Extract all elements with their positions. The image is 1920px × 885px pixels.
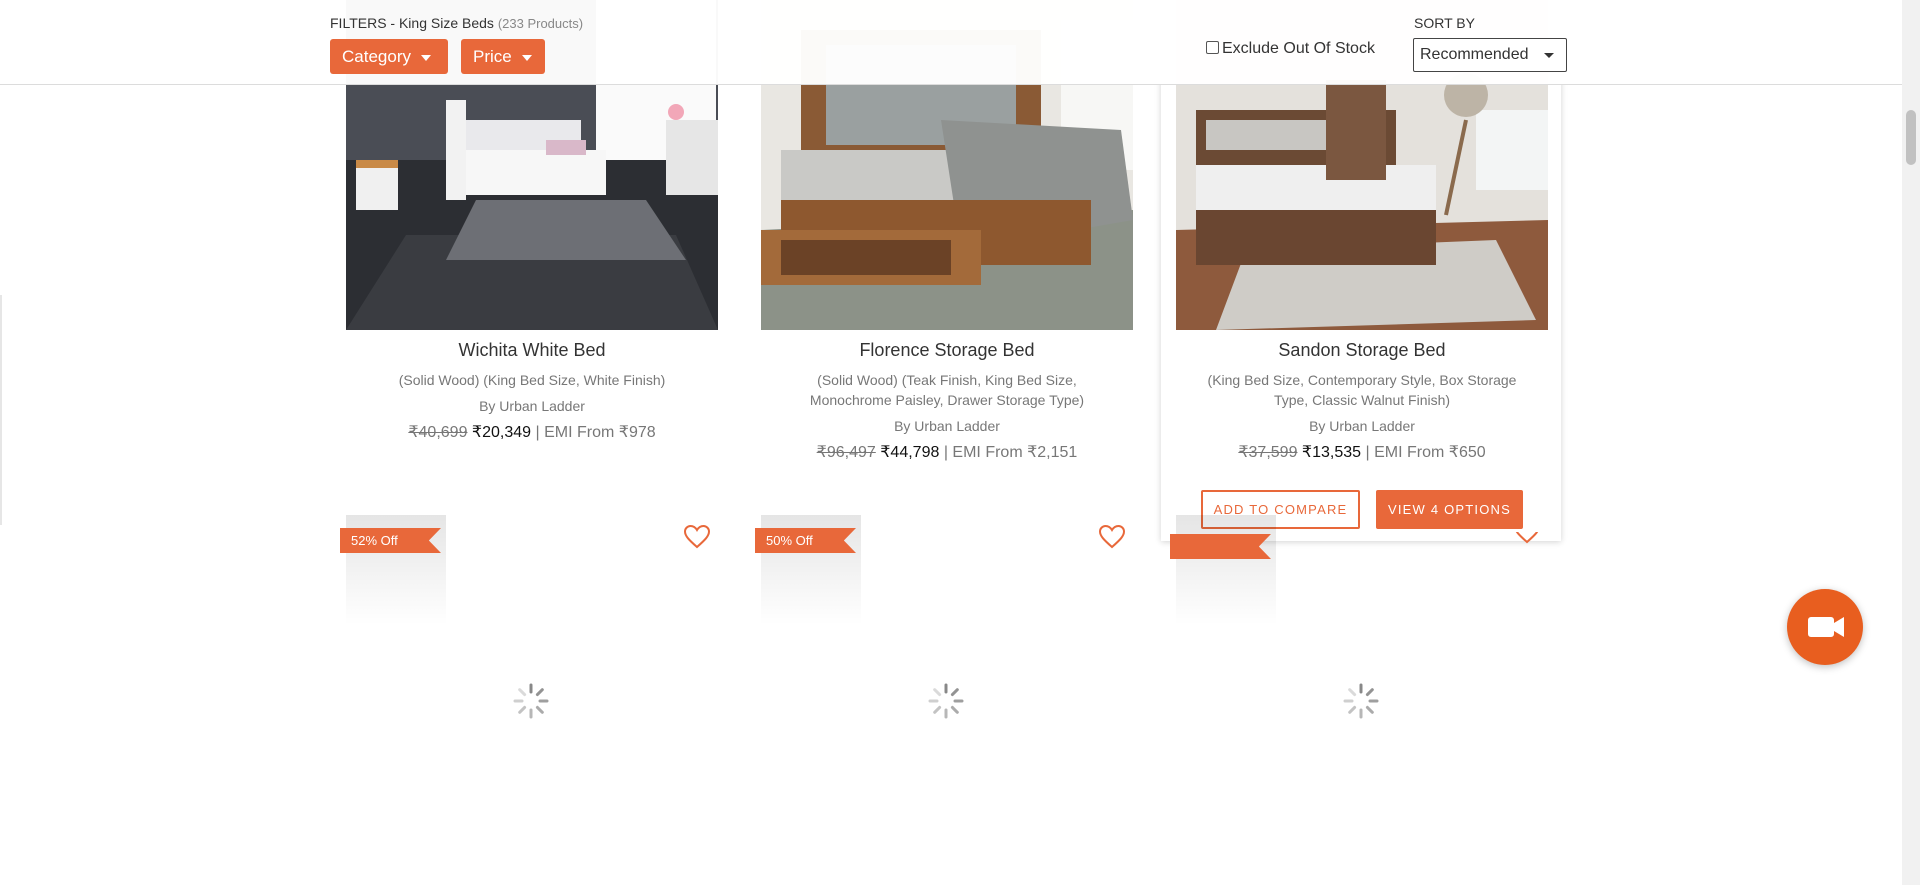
emi-text: | EMI From ₹2,151: [943, 444, 1078, 461]
caret-down-icon: [1544, 53, 1554, 58]
heart-icon[interactable]: [1098, 524, 1126, 554]
product-price: ₹40,699 ₹20,349 | EMI From ₹978: [346, 422, 718, 442]
sale-price: ₹20,349: [471, 424, 532, 441]
product-price: ₹96,497 ₹44,798 | EMI From ₹2,151: [761, 442, 1133, 462]
video-camera-icon: [1808, 617, 1844, 637]
product-description: (King Bed Size, Contemporary Style, Box …: [1207, 372, 1517, 408]
filter-label: FILTERS - King Size Beds: [330, 15, 494, 31]
heart-icon[interactable]: [1513, 519, 1541, 549]
video-call-button[interactable]: [1787, 589, 1863, 665]
sale-price: ₹13,535: [1301, 444, 1362, 461]
price-filter-button[interactable]: Price: [461, 39, 545, 74]
product-brand: By Urban Ladder: [894, 418, 1000, 434]
product-name[interactable]: Florence Storage Bed: [761, 340, 1133, 361]
product-card-loading[interactable]: [1170, 515, 1548, 625]
scrollbar[interactable]: [1902, 0, 1920, 885]
discount-badge: [1170, 534, 1271, 559]
product-brand: By Urban Ladder: [1309, 418, 1415, 434]
caret-down-icon: [521, 54, 532, 61]
product-price: ₹37,599 ₹13,535 | EMI From ₹650: [1176, 442, 1548, 462]
category-filter-button[interactable]: Category: [330, 39, 448, 74]
loading-spinner-icon: [512, 682, 550, 725]
discount-badge: 52% Off: [340, 528, 441, 553]
product-name[interactable]: Wichita White Bed: [346, 340, 718, 361]
product-card-loading[interactable]: 50% Off: [755, 515, 1133, 625]
product-description: (Solid Wood) (Teak Finish, King Bed Size…: [809, 372, 1085, 408]
scrollbar-thumb[interactable]: [1906, 110, 1916, 165]
checkbox-icon[interactable]: [1206, 41, 1219, 54]
emi-text: | EMI From ₹978: [535, 424, 656, 441]
product-brand: By Urban Ladder: [479, 398, 585, 414]
price-filter-label: Price: [473, 47, 512, 66]
loading-spinner-icon: [927, 682, 965, 725]
loading-spinner-icon: [1342, 682, 1380, 725]
exclude-out-of-stock[interactable]: Exclude Out Of Stock: [1206, 40, 1375, 58]
heart-icon[interactable]: [683, 524, 711, 554]
product-description: (Solid Wood) (King Bed Size, White Finis…: [398, 372, 666, 388]
category-filter-label: Category: [342, 47, 411, 66]
product-card-loading[interactable]: 52% Off: [340, 515, 718, 625]
discount-badge: 50% Off: [755, 528, 856, 553]
image-placeholder: [1176, 515, 1276, 625]
original-price: ₹96,497: [816, 444, 876, 461]
sort-value: Recommended: [1420, 46, 1529, 63]
side-tab-edge: [0, 295, 2, 525]
product-count: (233 Products): [497, 16, 584, 31]
sort-select[interactable]: Recommended: [1413, 38, 1567, 72]
emi-text: | EMI From ₹650: [1365, 444, 1486, 461]
sort-label: SORT BY: [1414, 15, 1475, 31]
sale-price: ₹44,798: [880, 444, 940, 461]
original-price: ₹40,699: [408, 424, 468, 441]
filter-bar: FILTERS - King Size Beds (233 Products) …: [0, 0, 1902, 85]
exclude-label: Exclude Out Of Stock: [1222, 40, 1375, 57]
original-price: ₹37,599: [1238, 444, 1298, 461]
product-name[interactable]: Sandon Storage Bed: [1176, 340, 1548, 361]
filter-title: FILTERS - King Size Beds (233 Products): [330, 15, 583, 31]
caret-down-icon: [420, 54, 431, 61]
